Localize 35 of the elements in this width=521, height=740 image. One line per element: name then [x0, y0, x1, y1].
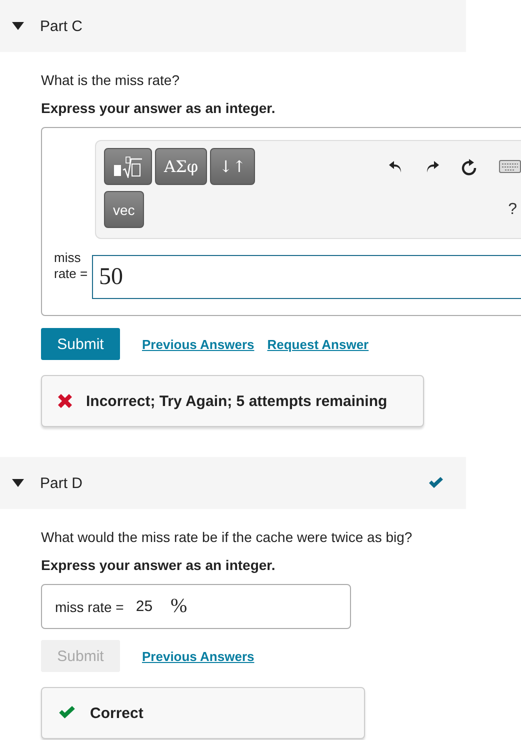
symbol-button[interactable]: ↓↑	[210, 148, 255, 185]
feedback-text: Incorrect; Try Again; 5 attempts remaining	[86, 392, 388, 410]
answer-value: 25	[136, 598, 153, 615]
answer-label: miss rate =	[54, 250, 88, 282]
radical-template-icon	[113, 156, 143, 178]
submit-button[interactable]: Submit	[41, 328, 120, 360]
cross-icon	[58, 394, 72, 408]
check-icon	[58, 706, 76, 720]
part-header[interactable]: Part C	[0, 0, 466, 52]
help-button[interactable]: ?	[504, 191, 521, 228]
keyboard-icon[interactable]	[499, 160, 521, 173]
instruction-text: Express your answer as an integer.	[41, 557, 276, 573]
undo-icon[interactable]	[389, 160, 403, 174]
question-text: What is the miss rate?	[41, 72, 180, 88]
unit-label: %	[170, 595, 188, 618]
answer-field[interactable]: miss rate = 25 %	[41, 584, 351, 629]
redo-icon[interactable]	[425, 160, 439, 174]
part-header[interactable]: Part D	[0, 457, 466, 509]
check-icon	[428, 477, 444, 489]
template-button[interactable]	[104, 148, 152, 185]
caret-icon[interactable]	[12, 22, 24, 30]
feedback-text: Correct	[90, 704, 144, 722]
reset-icon[interactable]	[461, 158, 477, 176]
caret-icon[interactable]	[12, 479, 24, 487]
answer-link[interactable]: Request Answer	[267, 336, 369, 352]
answer-label: miss rate =	[55, 598, 124, 614]
part-title: Part C	[40, 18, 84, 34]
question-text: What would the miss rate be if the cache were twice as big?	[41, 529, 414, 545]
part-title: Part D	[40, 474, 84, 492]
vector-button[interactable]: vec	[104, 191, 144, 228]
answer-field[interactable]: 50	[92, 255, 521, 299]
symbol-button[interactable]: ΑΣφ	[155, 148, 208, 185]
answer-link[interactable]: Previous Answers	[142, 336, 254, 352]
instruction-text: Express your answer as an integer.	[41, 100, 276, 116]
answer-link[interactable]: Previous Answers	[142, 648, 254, 664]
